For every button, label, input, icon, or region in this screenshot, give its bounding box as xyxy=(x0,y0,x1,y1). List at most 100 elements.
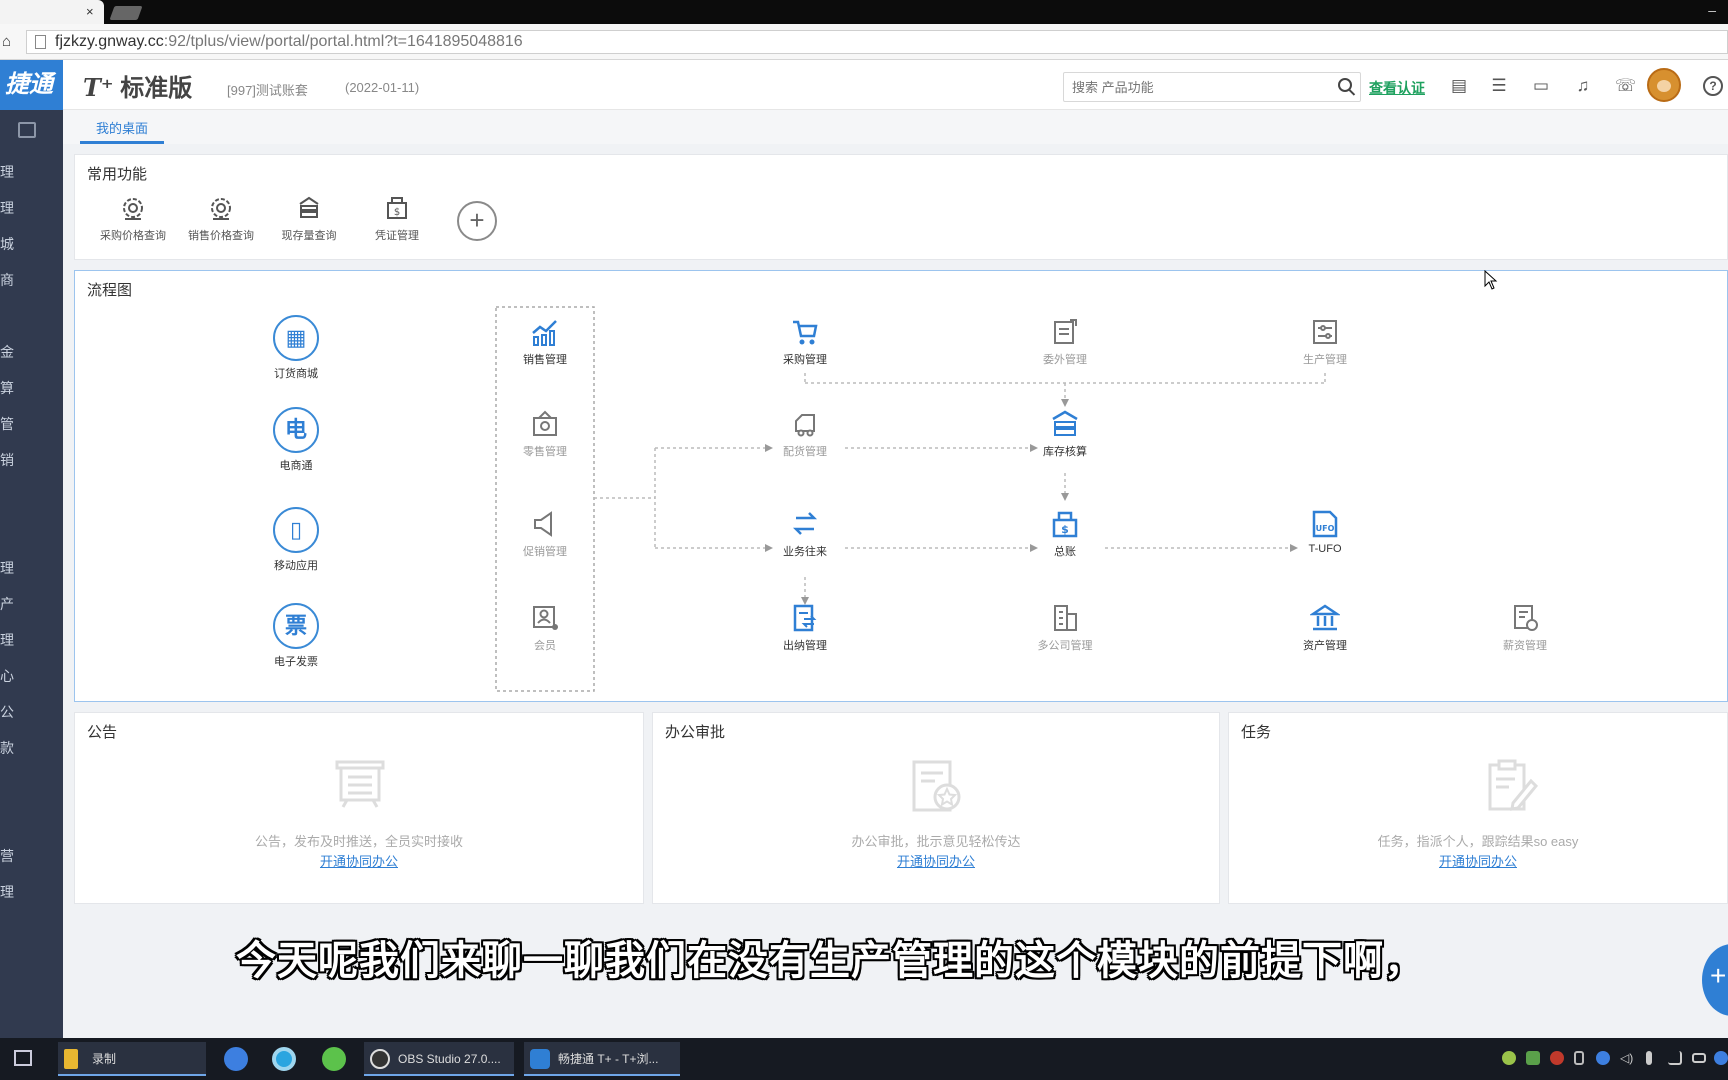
flow-node-sales[interactable]: 销售管理 xyxy=(505,317,585,367)
quick-item-sales-price[interactable]: 销售价格查询 xyxy=(181,195,261,243)
sidebar-item[interactable] xyxy=(0,304,63,328)
notification-icon[interactable] xyxy=(1714,1051,1728,1065)
sidebar-item[interactable] xyxy=(0,520,63,544)
new-tab-button[interactable] xyxy=(109,6,143,20)
flow-node-label: 电商通 xyxy=(279,460,313,472)
volume-icon[interactable]: ◁) xyxy=(1620,1051,1634,1065)
sidebar-item[interactable]: 公 xyxy=(0,700,63,724)
flow-node-promotion[interactable]: 促销管理 xyxy=(505,509,585,559)
microphone-icon[interactable] xyxy=(1646,1051,1652,1065)
sidebar-item[interactable] xyxy=(0,484,63,508)
flow-node-order-mall[interactable]: ▦ 订货商城 xyxy=(256,315,336,381)
brand-name: 标准版 xyxy=(120,75,193,102)
flow-node-business-dealings[interactable]: 业务往来 xyxy=(765,509,845,559)
window-minimize-button[interactable]: – xyxy=(1708,2,1716,18)
flow-node-t-ufo[interactable]: UFO T-UFO xyxy=(1285,509,1365,555)
user-avatar[interactable] xyxy=(1647,68,1681,102)
flow-node-outsourcing[interactable]: 委外管理 xyxy=(1025,317,1105,367)
flow-node-inventory-accounting[interactable]: 库存核算 xyxy=(1025,409,1105,459)
flow-node-assets[interactable]: 资产管理 xyxy=(1285,603,1365,653)
sidebar-item[interactable]: 销 xyxy=(0,448,63,472)
flow-node-salary[interactable]: 薪资管理 xyxy=(1485,603,1565,653)
usb-icon[interactable] xyxy=(1574,1051,1584,1065)
calculator-icon[interactable]: ▤ xyxy=(1449,76,1469,96)
panel-title: 公告 xyxy=(87,724,118,741)
url-text[interactable]: fjzkzy.gnway.cc:92/tplus/view/portal/por… xyxy=(55,33,523,51)
flow-node-purchase[interactable]: 采购管理 xyxy=(765,317,845,367)
tab-close-icon[interactable]: × xyxy=(86,4,94,19)
flow-node-mobile-app[interactable]: ▯ 移动应用 xyxy=(256,507,336,573)
flow-node-retail[interactable]: 零售管理 xyxy=(505,409,585,459)
flow-node-cashier[interactable]: 出纳管理 xyxy=(765,603,845,653)
folder-icon xyxy=(64,1049,78,1069)
flow-node-distribution[interactable]: 配货管理 xyxy=(765,409,845,459)
sidebar-toggle-icon[interactable] xyxy=(18,122,36,138)
input-method-icon[interactable] xyxy=(1692,1053,1706,1063)
task-view-icon[interactable] xyxy=(14,1050,32,1066)
sidebar-item[interactable]: 产 xyxy=(0,592,63,616)
sidebar-item[interactable]: 城 xyxy=(0,232,63,256)
sidebar-item[interactable]: 理 xyxy=(0,628,63,652)
enable-collaboration-link[interactable]: 开通协同办公 xyxy=(653,851,1219,870)
building-icon xyxy=(1054,605,1077,631)
sidebar-item[interactable]: 商 xyxy=(0,268,63,292)
flow-node-multi-company[interactable]: 多公司管理 xyxy=(1025,603,1105,653)
sidebar-item[interactable]: 理 xyxy=(0,556,63,580)
phone-icon[interactable]: ☏ xyxy=(1615,76,1636,96)
sidebar-item[interactable]: 心 xyxy=(0,664,63,688)
ledger-icon: $ xyxy=(1052,511,1078,538)
quick-item-purchase-price[interactable]: 采购价格查询 xyxy=(93,195,173,243)
tab-my-desktop[interactable]: 我的桌面 xyxy=(80,118,165,144)
floating-add-button[interactable] xyxy=(1702,944,1728,1016)
quick-item-voucher[interactable]: $ 凭证管理 xyxy=(357,195,437,243)
sidebar-item[interactable] xyxy=(0,772,63,796)
sidebar-item[interactable]: 理 xyxy=(0,880,63,904)
sidebar-item[interactable]: 款 xyxy=(0,736,63,760)
enable-collaboration-link[interactable]: 开通协同办公 xyxy=(1229,851,1727,870)
mall-icon: ▦ xyxy=(273,315,319,361)
search-box[interactable] xyxy=(1063,72,1361,102)
flow-node-label: 移动应用 xyxy=(274,560,318,572)
quick-item-stock-query[interactable]: 现存量查询 xyxy=(269,195,349,243)
flow-node-production[interactable]: 生产管理 xyxy=(1285,317,1365,367)
green-app-icon[interactable] xyxy=(322,1047,346,1071)
monitor-icon[interactable]: ▭ xyxy=(1531,76,1551,96)
sidebar-item[interactable]: 算 xyxy=(0,376,63,400)
flow-node-general-ledger[interactable]: $ 总账 xyxy=(1025,509,1105,559)
taskbar-item-record[interactable]: 录制 xyxy=(58,1042,206,1076)
tray-app-icon[interactable] xyxy=(1502,1051,1516,1065)
app-logo[interactable]: 捷通 xyxy=(0,60,63,110)
account-set[interactable]: [997]测试账套 xyxy=(227,80,308,99)
svg-text:$: $ xyxy=(394,207,400,218)
tray-red-icon[interactable] xyxy=(1550,1051,1564,1065)
bluetooth-icon[interactable] xyxy=(1596,1051,1610,1065)
enable-collaboration-link[interactable]: 开通协同办公 xyxy=(75,851,643,870)
search-icon[interactable] xyxy=(1338,78,1352,92)
checklist-icon[interactable]: ☰ xyxy=(1489,76,1509,96)
nvidia-icon[interactable] xyxy=(1526,1051,1540,1065)
flow-node-ecommerce[interactable]: 电 电商通 xyxy=(256,407,336,473)
browser-app-icon[interactable] xyxy=(272,1047,296,1071)
home-icon[interactable]: ⌂ xyxy=(2,33,11,50)
taskbar-item-obs[interactable]: OBS Studio 27.0.... xyxy=(364,1042,514,1076)
add-quick-function-button[interactable]: + xyxy=(457,201,497,241)
bell-icon[interactable]: ♫ xyxy=(1573,76,1593,96)
search-input[interactable] xyxy=(1072,77,1322,97)
flow-node-e-invoice[interactable]: 票 电子发票 xyxy=(256,603,336,669)
sidebar-item[interactable] xyxy=(0,808,63,832)
sidebar-item[interactable]: 理 xyxy=(0,160,63,184)
sidebar-item[interactable]: 管 xyxy=(0,412,63,436)
browser-tab[interactable]: × xyxy=(0,0,104,24)
flow-node-member[interactable]: 会员 xyxy=(505,603,585,653)
chat-app-icon[interactable] xyxy=(224,1047,248,1071)
panel-title: 常用功能 xyxy=(87,166,148,183)
help-icon[interactable]: ? xyxy=(1703,76,1723,96)
flowchart-panel: 流程图 ▦ 订货商城 电 电商通 ▯ 移动应用 票 电子发票 销售管理 零售管理… xyxy=(74,270,1728,702)
sidebar-item[interactable]: 营 xyxy=(0,844,63,868)
sidebar-item[interactable]: 金 xyxy=(0,340,63,364)
view-certification-link[interactable]: 查看认证 xyxy=(1369,78,1425,98)
sidebar-item[interactable]: 理 xyxy=(0,196,63,220)
network-icon[interactable] xyxy=(1668,1051,1682,1065)
url-field[interactable]: fjzkzy.gnway.cc:92/tplus/view/portal/por… xyxy=(26,30,1728,54)
taskbar-item-tplus-browser[interactable]: 畅捷通 T+ - T+浏... xyxy=(524,1042,680,1076)
